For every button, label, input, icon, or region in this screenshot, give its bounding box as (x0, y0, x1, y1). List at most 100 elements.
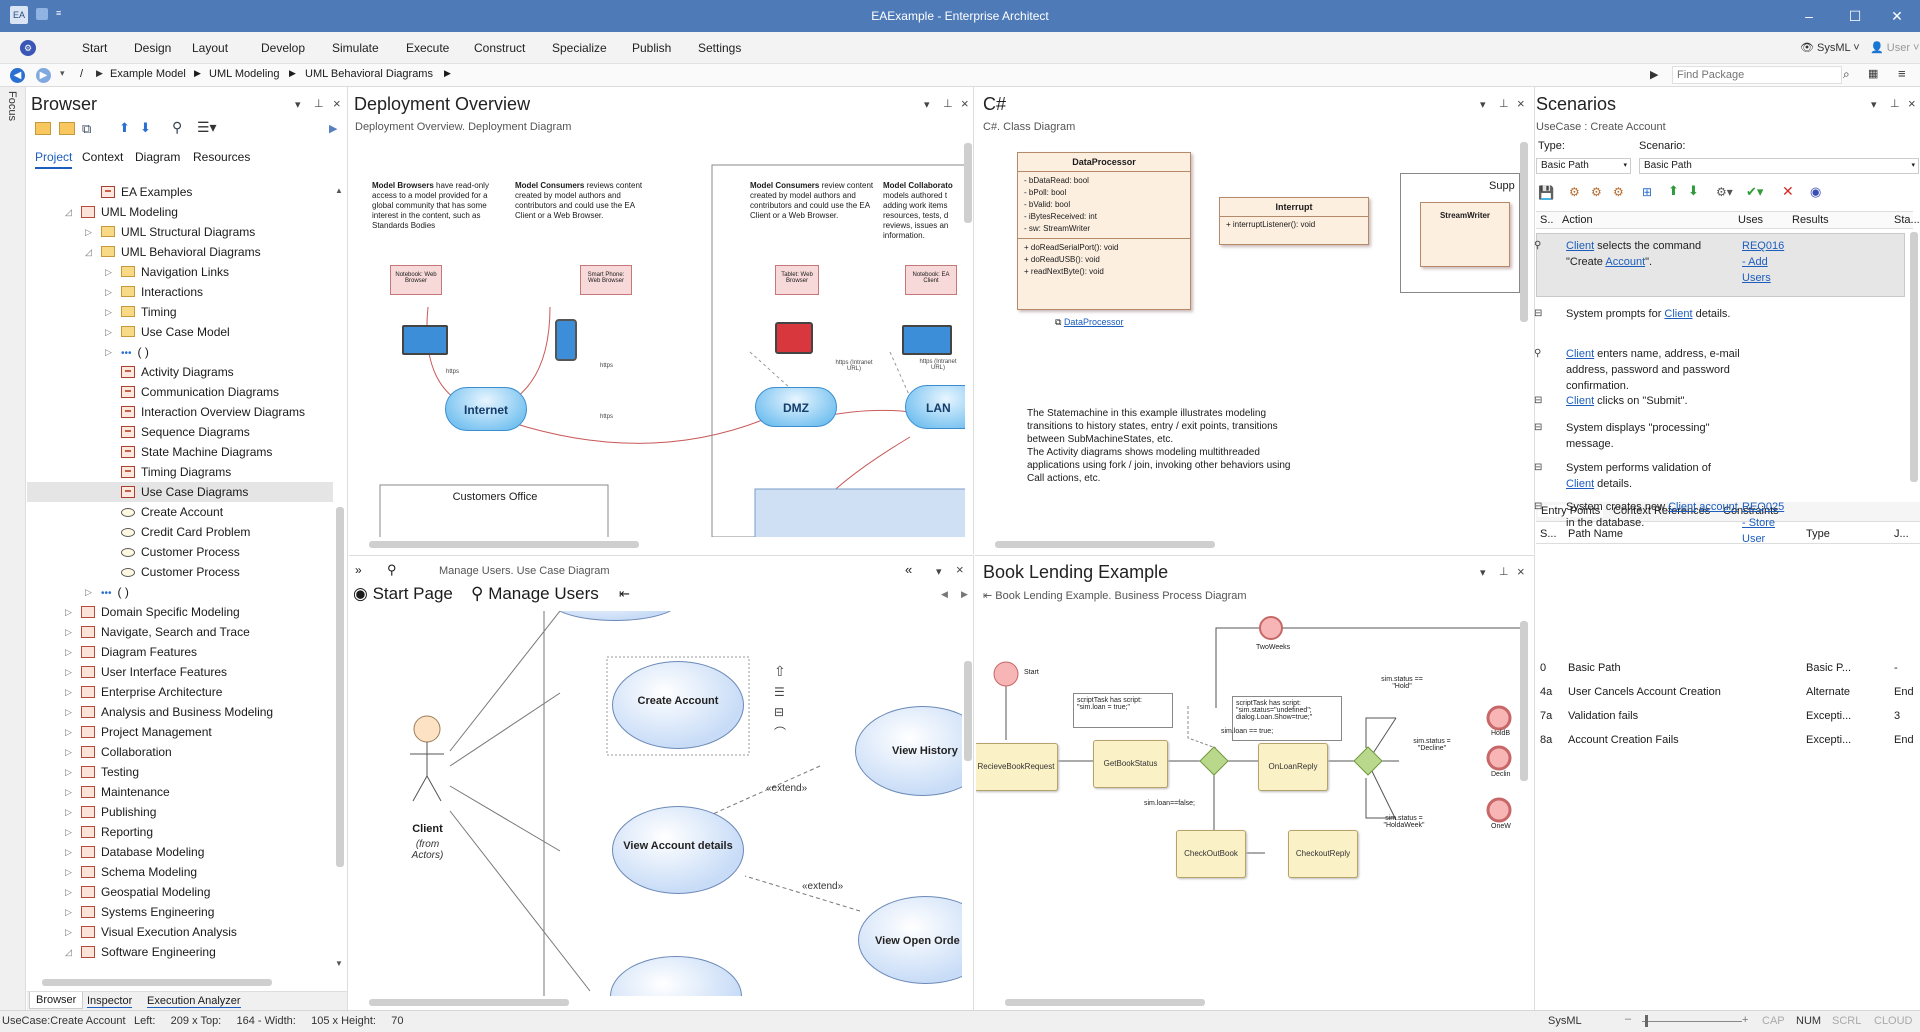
collapsed-arrow-icon[interactable]: ▷ (65, 822, 72, 842)
new-package-icon[interactable] (35, 122, 51, 135)
forward-icon[interactable]: ▶ (36, 68, 51, 83)
collapsed-arrow-icon[interactable]: ▷ (65, 802, 72, 822)
pin-icon[interactable]: ⊥ (1499, 97, 1509, 110)
tree-item[interactable]: Interaction Overview Diagrams (27, 402, 333, 422)
menu-start[interactable]: Start (82, 41, 107, 55)
collapsed-arrow-icon[interactable]: ▷ (105, 342, 112, 362)
locate-icon[interactable]: ⚲ (172, 119, 182, 136)
scenario-select[interactable]: Basic Path ▾ (1639, 158, 1919, 174)
delete-icon[interactable]: ✕ (1782, 183, 1794, 200)
pin-icon[interactable]: ⊥ (1890, 97, 1900, 110)
menu-design[interactable]: Design (134, 41, 171, 55)
tree-item[interactable]: ▷ Collaboration (27, 742, 333, 762)
tree-item[interactable]: Communication Diagrams (27, 382, 333, 402)
tree-item[interactable]: ▷ Visual Execution Analysis (27, 922, 333, 942)
tree-item[interactable]: ▷ Navigate, Search and Trace (27, 622, 333, 642)
action-link[interactable]: Client (1566, 348, 1594, 360)
tree-item[interactable]: ▷ Diagram Features (27, 642, 333, 662)
scenario-step[interactable]: ⊟ Client clicks on "Submit". (1534, 393, 1914, 413)
collapsed-arrow-icon[interactable]: ▷ (65, 842, 72, 862)
step-insert-icon[interactable]: ⚙ (1613, 185, 1624, 199)
deployment-hscrollbar[interactable] (369, 541, 639, 548)
usecase-vscrollbar[interactable] (964, 661, 972, 761)
pin-icon[interactable]: ⊥ (943, 97, 953, 110)
tab-start-page[interactable]: ◉ Start Page (353, 584, 453, 604)
tree-item[interactable]: ▷ Use Case Model (27, 322, 333, 342)
step-uses-link[interactable]: REQ016 - Add Users (1742, 238, 1790, 286)
menu-develop[interactable]: Develop (261, 41, 305, 55)
entry-point-row[interactable]: 8a Account Creation Fails Excepti... End (1534, 730, 1916, 750)
search-icon[interactable]: ⌕ (1843, 67, 1850, 82)
deployment-canvas[interactable]: Model Browsers have read-only access to … (350, 137, 965, 537)
class-streamwriter[interactable]: StreamWriter (1420, 202, 1510, 267)
checkmark-icon[interactable]: ✔▾ (1746, 184, 1763, 200)
tree-scrollbar[interactable] (336, 507, 344, 867)
tree-item[interactable]: ▷ Database Modeling (27, 842, 333, 862)
usecase-hscrollbar[interactable] (369, 999, 569, 1006)
close-icon[interactable]: × (1908, 96, 1916, 111)
tab-browser[interactable]: Browser (29, 992, 84, 1009)
menu-settings[interactable]: Settings (698, 41, 741, 55)
step-uses-link[interactable]: REQ025 - Store User Details (1742, 499, 1790, 543)
expand-toolbar-icon[interactable]: ▶ (329, 122, 337, 135)
panel-menu-icon[interactable]: ▾ (295, 98, 301, 111)
col-results[interactable]: Results (1792, 214, 1829, 226)
booklending-vscrollbar[interactable] (1520, 621, 1528, 781)
tree-item[interactable]: Sequence Diagrams (27, 422, 333, 442)
tree-item[interactable]: ▷ Systems Engineering (27, 902, 333, 922)
deployment-vscrollbar[interactable] (964, 143, 972, 223)
collapsed-arrow-icon[interactable]: ▷ (65, 622, 72, 642)
tree-item[interactable]: ◿ UML Modeling (27, 202, 333, 222)
zoom-out-icon[interactable]: – (1625, 1013, 1631, 1025)
tree-item[interactable]: Use Case Diagrams (27, 482, 333, 502)
collapsed-arrow-icon[interactable]: ▷ (65, 762, 72, 782)
collapsed-arrow-icon[interactable]: ▷ (65, 702, 72, 722)
bpmn-canvas[interactable]: Start RecieveBookRequest GetBookStatus O… (976, 608, 1521, 993)
breadcrumb-uml-modeling[interactable]: UML Modeling (209, 68, 280, 80)
tree-item[interactable]: ▷ ••• ( ) (27, 342, 333, 362)
usecase-view-account-details[interactable]: View Account details (612, 806, 744, 894)
tree-item[interactable]: State Machine Diagrams (27, 442, 333, 462)
tab-right-arrow[interactable]: ▶ (961, 589, 968, 600)
expanded-arrow-icon[interactable]: ◿ (65, 202, 72, 222)
zoom-in-icon[interactable]: + (1742, 1014, 1748, 1026)
close-icon[interactable]: × (956, 562, 964, 577)
breadcrumb-uml-behavioral-diagrams[interactable]: UML Behavioral Diagrams (305, 68, 433, 80)
collapsed-arrow-icon[interactable]: ▷ (65, 862, 72, 882)
close-icon[interactable]: × (333, 96, 341, 111)
move-up-icon[interactable]: ⬆ (1668, 183, 1679, 199)
collapsed-arrow-icon[interactable]: ▷ (65, 902, 72, 922)
tree-item[interactable]: ▷ Enterprise Architecture (27, 682, 333, 702)
tree-item[interactable]: Customer Process (27, 542, 333, 562)
tree-item[interactable]: ▷ Maintenance (27, 782, 333, 802)
pin-icon[interactable]: ⊥ (314, 97, 324, 110)
action-link[interactable]: Client (1566, 395, 1594, 407)
tree-item[interactable]: ▷ Reporting (27, 822, 333, 842)
tab-context[interactable]: Context (82, 150, 123, 164)
tree-item[interactable]: ▷ UML Structural Diagrams (27, 222, 333, 242)
tree-item[interactable]: ▷ Navigation Links (27, 262, 333, 282)
class-dataprocessor[interactable]: DataProcessor - bDataRead: bool - bPoll: … (1017, 152, 1191, 310)
tree-item[interactable]: ▷ Timing (27, 302, 333, 322)
tree-item[interactable]: ▷ Interactions (27, 282, 333, 302)
task-on-loan-reply[interactable]: OnLoanReply (1258, 743, 1328, 791)
menu-execute[interactable]: Execute (406, 41, 449, 55)
cloud-dmz[interactable]: DMZ (755, 387, 837, 427)
action-link[interactable]: Client (1664, 308, 1692, 320)
move-down-icon[interactable]: ⬇ (140, 120, 151, 136)
tree-item[interactable]: Activity Diagrams (27, 362, 333, 382)
panel-menu-icon[interactable]: ▾ (1480, 98, 1486, 111)
save-icon[interactable]: 💾 (1538, 185, 1554, 201)
maximize-button[interactable]: ☐ (1832, 0, 1878, 32)
toolbar-note-icon[interactable]: ⊟ (774, 705, 784, 719)
status-perspective[interactable]: SysML (1548, 1015, 1582, 1027)
tree-item[interactable]: ▷ Testing (27, 762, 333, 782)
collapsed-arrow-icon[interactable]: ▷ (65, 742, 72, 762)
action-link[interactable]: Client (1668, 501, 1696, 513)
entry-point-row[interactable]: 4a User Cancels Account Creation Alternate… (1534, 682, 1916, 702)
script-note-1[interactable]: scriptTask has script: "sim.loan = true;… (1073, 693, 1173, 728)
tab-inspector[interactable]: Inspector (87, 995, 133, 1008)
tree-item[interactable]: ▷ Geospatial Modeling (27, 882, 333, 902)
panel-menu-icon[interactable]: ▾ (1871, 98, 1877, 111)
close-icon[interactable]: × (1517, 564, 1525, 579)
